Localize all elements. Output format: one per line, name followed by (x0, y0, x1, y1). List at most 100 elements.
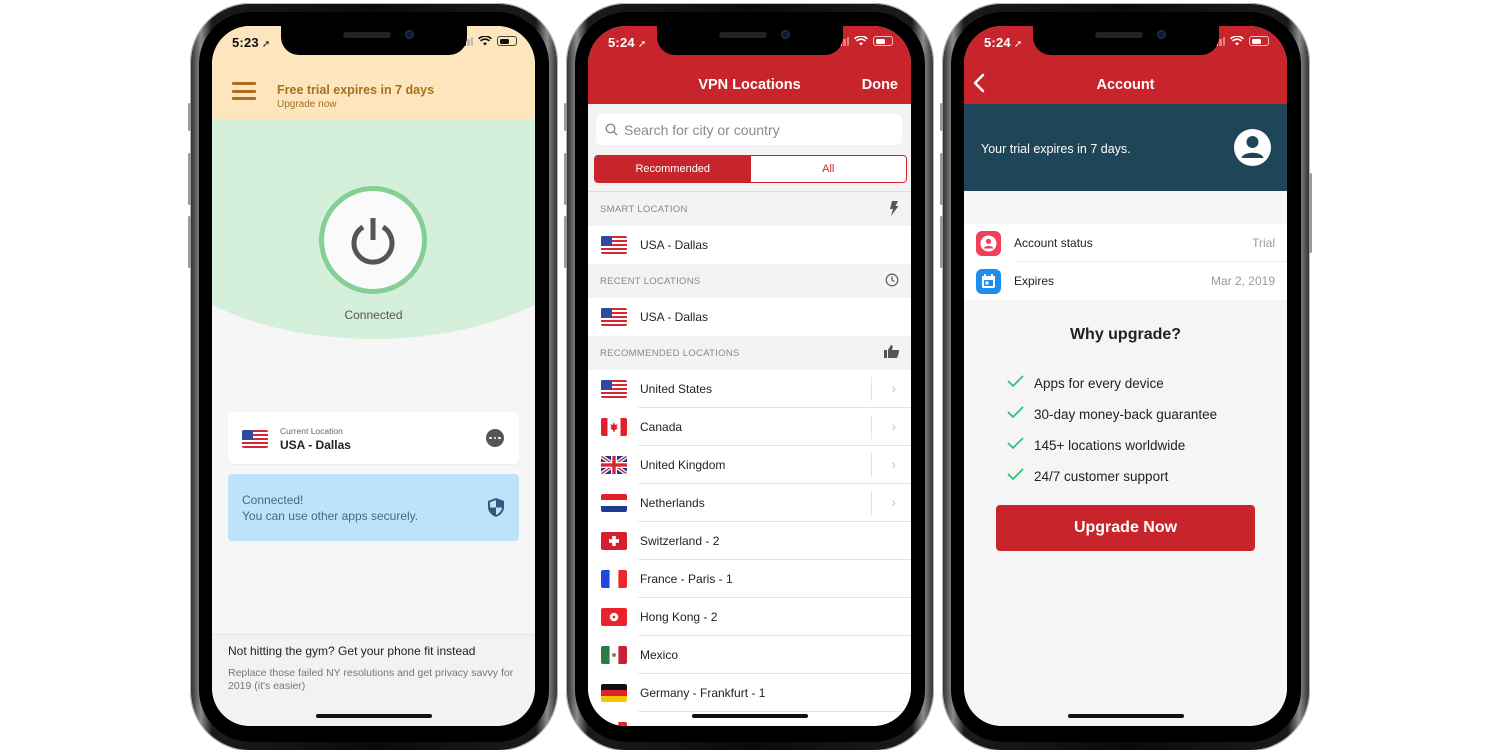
flag-ch-icon (601, 532, 627, 550)
upgrade-now-button[interactable]: Upgrade Now (996, 505, 1255, 551)
mute-switch (188, 103, 191, 131)
flag-hk-icon (601, 608, 627, 626)
current-location-value: USA - Dallas (280, 438, 351, 452)
location-name: USA - Dallas (640, 310, 709, 324)
feature-list: Apps for every device 30-day money-back g… (1007, 368, 1217, 492)
search-icon (605, 123, 618, 136)
expires-value: Mar 2, 2019 (1210, 274, 1275, 288)
location-row[interactable]: Germany - Frankfurt - 1 (588, 674, 911, 712)
account-details: Account status Trial Expires Mar 2, 2019 (964, 224, 1287, 300)
location-row[interactable]: United States › (588, 370, 911, 408)
connection-status: Connected (344, 308, 403, 322)
section-title: RECENT LOCATIONS (600, 276, 701, 287)
chevron-right-icon[interactable]: › (891, 456, 896, 472)
flag-gb-icon (601, 456, 627, 474)
location-arrow-icon: ➚ (637, 39, 647, 50)
chevron-right-icon[interactable]: › (891, 494, 896, 510)
power-button[interactable] (319, 186, 427, 294)
location-name: Switzerland - 2 (640, 534, 720, 548)
status-time: 5:24 ➚ (984, 35, 1023, 50)
flag-us-icon (601, 236, 627, 254)
location-name: United States (640, 382, 713, 396)
volume-up-button (940, 153, 943, 205)
volume-down-button (564, 216, 567, 268)
volume-down-button (940, 216, 943, 268)
battery-icon (1249, 36, 1269, 46)
trial-expiry-text: Free trial expires in 7 days (277, 83, 435, 97)
recent-location-row[interactable]: USA - Dallas (588, 298, 911, 336)
expires-row[interactable]: Expires Mar 2, 2019 (964, 262, 1287, 300)
menu-button[interactable] (232, 82, 256, 100)
search-input[interactable] (624, 121, 884, 138)
smart-location-row[interactable]: USA - Dallas (588, 226, 911, 264)
feature-text: 24/7 customer support (1034, 469, 1169, 484)
flag-de-icon (601, 684, 627, 702)
phone-home-screen: 5:23 ➚ Free trial expires in 7 days Upgra… (188, 3, 558, 750)
wifi-icon (1230, 36, 1244, 46)
feature-item: 24/7 customer support (1007, 461, 1217, 492)
flag-it-icon (601, 722, 627, 726)
account-status-row[interactable]: Account status Trial (964, 224, 1287, 262)
battery-icon (873, 36, 893, 46)
connected-info-card: Connected! You can use other apps secure… (228, 474, 519, 541)
phone-vpn-locations-screen: 5:24➚ VPN Locations Done Recommended All (564, 3, 934, 750)
divider (871, 453, 872, 477)
location-row[interactable]: Canada › (588, 408, 911, 446)
flag-ca-icon (601, 418, 627, 436)
location-row[interactable]: France - Paris - 1 (588, 560, 911, 598)
location-name: Hong Kong - 2 (640, 610, 718, 624)
divider (871, 377, 872, 401)
user-icon (1241, 136, 1264, 158)
page-title: Account (1096, 77, 1155, 93)
location-row[interactable]: Netherlands › (588, 484, 911, 522)
home-indicator[interactable] (691, 714, 808, 718)
done-button[interactable]: Done (862, 77, 898, 93)
connected-message: You can use other apps securely. (242, 509, 419, 523)
location-name: France - Paris - 1 (640, 572, 733, 586)
battery-icon (497, 36, 517, 46)
tab-recommended[interactable]: Recommended (595, 156, 751, 182)
home-indicator[interactable] (315, 714, 432, 718)
checkmark-icon (1007, 468, 1034, 486)
wifi-icon (854, 36, 868, 46)
location-row[interactable]: Hong Kong - 2 (588, 598, 911, 636)
more-options-icon[interactable] (486, 429, 504, 447)
location-row[interactable]: United Kingdom › (588, 446, 911, 484)
calendar-icon (976, 269, 1001, 294)
promo-card[interactable]: Not hitting the gym? Get your phone fit … (212, 634, 535, 726)
screen: 5:24 ➚ Account Your trial expires in 7 da… (964, 26, 1287, 726)
section-title: SMART LOCATION (600, 204, 688, 215)
location-name: Germany - Frankfurt - 1 (640, 686, 766, 700)
upgrade-now-link[interactable]: Upgrade now (277, 99, 336, 110)
current-location-card[interactable]: Current Location USA - Dallas (228, 412, 519, 464)
why-upgrade-heading: Why upgrade? (1069, 326, 1182, 343)
flag-fr-icon (601, 570, 627, 588)
chevron-right-icon[interactable]: › (891, 418, 896, 434)
section-header-recommended-locations: RECOMMENDED LOCATIONS (588, 336, 911, 370)
notch (656, 26, 843, 55)
home-indicator[interactable] (1067, 714, 1184, 718)
promo-title: Not hitting the gym? Get your phone fit … (228, 644, 476, 658)
account-icon (976, 231, 1001, 256)
checkmark-icon (1007, 406, 1034, 424)
locations-list[interactable]: SMART LOCATION USA - Dallas RECENT LOCAT… (588, 191, 911, 726)
location-name: United Kingdom (640, 458, 726, 472)
flag-mx-icon (601, 646, 627, 664)
flag-us-icon (242, 430, 268, 448)
divider (871, 491, 872, 515)
volume-up-button (188, 153, 191, 205)
location-row[interactable]: Switzerland - 2 (588, 522, 911, 560)
location-row[interactable]: Mexico (588, 636, 911, 674)
flag-us-icon (601, 380, 627, 398)
search-field[interactable] (596, 114, 902, 145)
trial-expiry-text: Your trial expires in 7 days. (981, 142, 1131, 156)
feature-text: Apps for every device (1034, 376, 1164, 391)
section-title: RECOMMENDED LOCATIONS (600, 348, 740, 359)
lightning-icon (890, 201, 899, 216)
location-filter-segmented-control: Recommended All (594, 155, 907, 183)
chevron-right-icon[interactable]: › (891, 380, 896, 396)
location-name: USA - Dallas (640, 238, 709, 252)
section-header-smart-location: SMART LOCATION (588, 192, 911, 226)
checkmark-icon (1007, 375, 1034, 393)
tab-all[interactable]: All (750, 156, 906, 182)
